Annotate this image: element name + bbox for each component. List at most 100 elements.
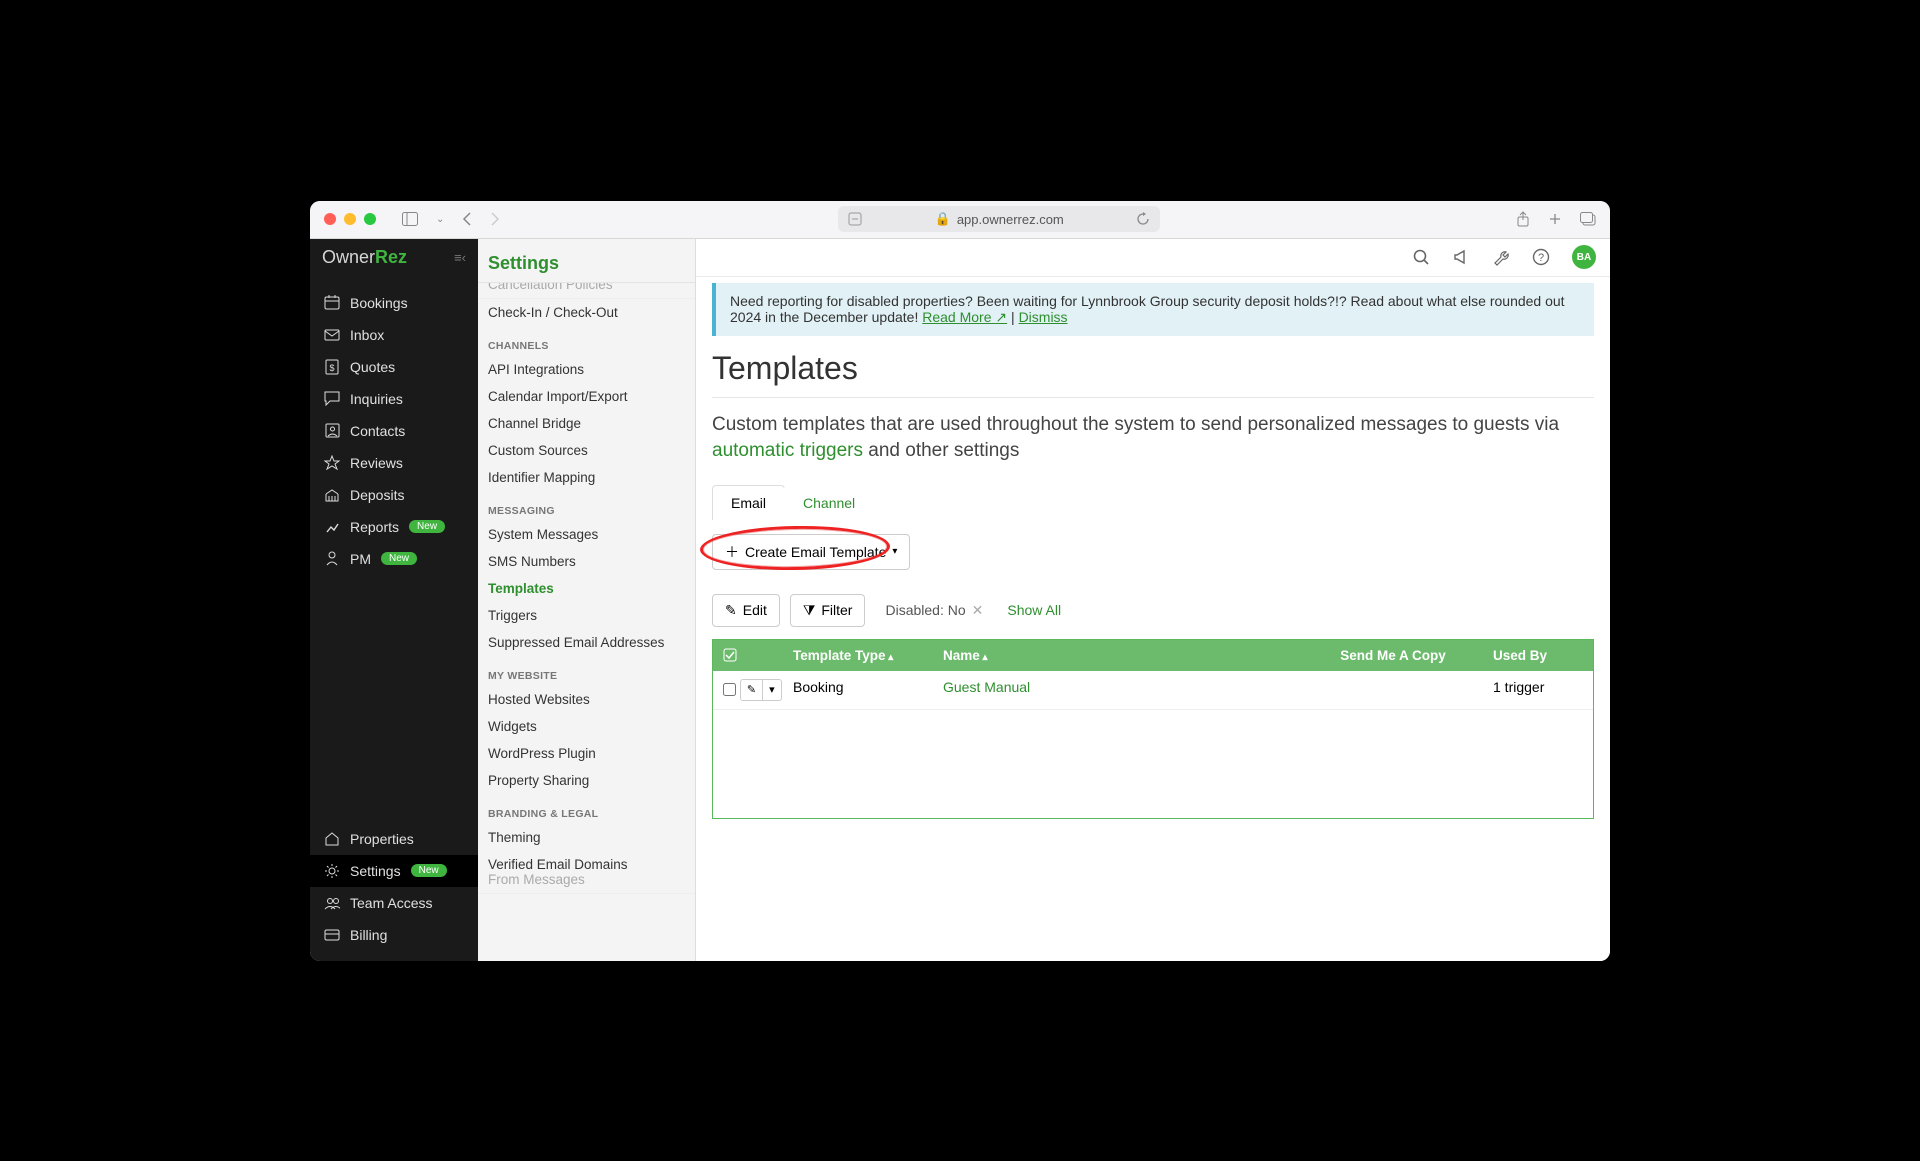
subnav-item[interactable]: Hosted Websites	[478, 686, 695, 713]
new-tab-icon[interactable]	[1548, 212, 1562, 226]
tab-email[interactable]: Email	[712, 485, 785, 520]
search-icon[interactable]	[1412, 248, 1430, 266]
subnav-item[interactable]: Channel Bridge	[478, 410, 695, 437]
nav-label: Properties	[350, 831, 414, 847]
cell-copy	[1303, 671, 1483, 709]
announcements-icon[interactable]	[1452, 248, 1470, 266]
nav-item-reports[interactable]: ReportsNew	[310, 511, 478, 543]
subnav-item[interactable]: WordPress Plugin	[478, 740, 695, 767]
subnav-item[interactable]: Custom Sources	[478, 437, 695, 464]
cell-used-by: 1 trigger	[1483, 671, 1593, 709]
inbox-icon	[324, 329, 340, 341]
banner-read-more-link[interactable]: Read More ↗	[922, 309, 1007, 325]
nav-item-pm[interactable]: PMNew	[310, 543, 478, 575]
subnav-item[interactable]: Property Sharing	[478, 767, 695, 794]
template-name-link[interactable]: Guest Manual	[943, 679, 1030, 695]
automatic-triggers-link[interactable]: automatic triggers	[712, 440, 863, 461]
select-all-header[interactable]	[713, 640, 783, 671]
row-checkbox[interactable]	[723, 683, 736, 696]
nav-item-bookings[interactable]: Bookings	[310, 287, 478, 319]
nav-item-team[interactable]: Team Access	[310, 887, 478, 919]
nav-item-quotes[interactable]: $ Quotes	[310, 351, 478, 383]
nav-label: PM	[350, 551, 371, 567]
banner-dismiss-link[interactable]: Dismiss	[1019, 309, 1068, 325]
col-template-type[interactable]: Template Type	[783, 640, 933, 671]
close-window-button[interactable]	[324, 213, 336, 225]
edit-button[interactable]: ✎Edit	[712, 594, 780, 627]
share-icon[interactable]	[1516, 211, 1530, 227]
address-bar[interactable]: 🔒 app.ownerrez.com	[838, 206, 1160, 232]
new-badge: New	[411, 864, 447, 877]
nav-item-contacts[interactable]: Contacts	[310, 415, 478, 447]
billing-icon	[324, 929, 340, 941]
show-all-link[interactable]: Show All	[1007, 602, 1061, 618]
subnav-item[interactable]: Identifier Mapping	[478, 464, 695, 491]
team-icon	[324, 896, 340, 910]
table-row: ✎▾BookingGuest Manual1 trigger	[713, 671, 1593, 710]
tabs-overview-icon[interactable]	[1580, 212, 1596, 226]
filter-button[interactable]: ⧩Filter	[790, 594, 866, 627]
subnav-item[interactable]: System Messages	[478, 521, 695, 548]
nav-label: Settings	[350, 863, 401, 879]
menu-collapse-icon[interactable]: ≡‹	[454, 250, 466, 265]
col-send-copy[interactable]: Send Me A Copy	[1303, 640, 1483, 671]
brand[interactable]: OwnerRez ≡‹	[310, 239, 478, 277]
top-toolbar: ? BA	[696, 239, 1610, 277]
help-icon[interactable]: ?	[1532, 248, 1550, 266]
nav-label: Contacts	[350, 423, 405, 439]
plus-icon: ＋	[725, 542, 739, 562]
new-badge: New	[409, 520, 445, 533]
nav-label: Quotes	[350, 359, 395, 375]
nav-item-inbox[interactable]: Inbox	[310, 319, 478, 351]
quotes-icon: $	[324, 359, 340, 375]
title-bar: ⌄ 🔒 app.ownerrez.com	[310, 201, 1610, 239]
back-button[interactable]	[462, 212, 472, 226]
sidebar-toggle-icon[interactable]	[402, 212, 418, 226]
primary-nav: OwnerRez ≡‹ Bookings Inbox $ Quotes Inquirie…	[310, 239, 478, 961]
lock-icon: 🔒	[935, 211, 951, 227]
nav-item-billing[interactable]: Billing	[310, 919, 478, 951]
browser-window: ⌄ 🔒 app.ownerrez.com OwnerRez ≡‹ Booking…	[310, 201, 1610, 961]
bookings-icon	[324, 295, 340, 310]
subnav-item[interactable]: Calendar Import/Export	[478, 383, 695, 410]
properties-icon	[324, 831, 340, 846]
nav-item-deposits[interactable]: Deposits	[310, 479, 478, 511]
forward-button[interactable]	[490, 212, 500, 226]
subnav-group-header: CHANNELS	[478, 326, 695, 356]
subnav-group-header: BRANDING & LEGAL	[478, 794, 695, 824]
caret-down-icon: ▾	[892, 546, 897, 557]
subnav-item[interactable]: Check-In / Check-Out	[478, 299, 695, 326]
pencil-icon: ✎	[741, 680, 763, 700]
subnav-item[interactable]: SMS Numbers	[478, 548, 695, 575]
nav-item-settings[interactable]: Settings New	[310, 855, 478, 887]
col-name[interactable]: Name	[933, 640, 1303, 671]
subnav-item[interactable]: API Integrations	[478, 356, 695, 383]
avatar[interactable]: BA	[1572, 245, 1596, 269]
row-edit-menu[interactable]: ✎▾	[740, 679, 782, 701]
nav-item-reviews[interactable]: Reviews	[310, 447, 478, 479]
col-used-by[interactable]: Used By	[1483, 640, 1593, 671]
chevron-down-icon[interactable]: ⌄	[436, 214, 444, 225]
tab-channel[interactable]: Channel	[784, 485, 874, 520]
external-link-icon: ↗	[995, 309, 1007, 325]
refresh-icon[interactable]	[1136, 212, 1150, 226]
subnav-item[interactable]: Theming	[478, 824, 695, 851]
subnav-item[interactable]: Templates	[478, 575, 695, 602]
reviews-icon	[324, 455, 340, 471]
traffic-lights	[324, 213, 376, 225]
subnav-item[interactable]: Triggers	[478, 602, 695, 629]
minimize-window-button[interactable]	[344, 213, 356, 225]
tools-icon[interactable]	[1492, 248, 1510, 266]
settings-subnav: Settings Cancellation PoliciesCheck-In /…	[478, 239, 696, 961]
nav-label: Inbox	[350, 327, 384, 343]
nav-item-properties[interactable]: Properties	[310, 823, 478, 855]
clear-filter-icon[interactable]: ✕	[972, 602, 984, 618]
create-email-template-button[interactable]: ＋ Create Email Template ▾	[712, 534, 910, 570]
subnav-item[interactable]: Suppressed Email Addresses	[478, 629, 695, 656]
subnav-group-header: MY WEBSITE	[478, 656, 695, 686]
nav-item-inquiries[interactable]: Inquiries	[310, 383, 478, 415]
maximize-window-button[interactable]	[364, 213, 376, 225]
subnav-item[interactable]: Widgets	[478, 713, 695, 740]
subnav-item[interactable]: From Messages	[478, 872, 695, 894]
inquiries-icon	[324, 391, 340, 406]
